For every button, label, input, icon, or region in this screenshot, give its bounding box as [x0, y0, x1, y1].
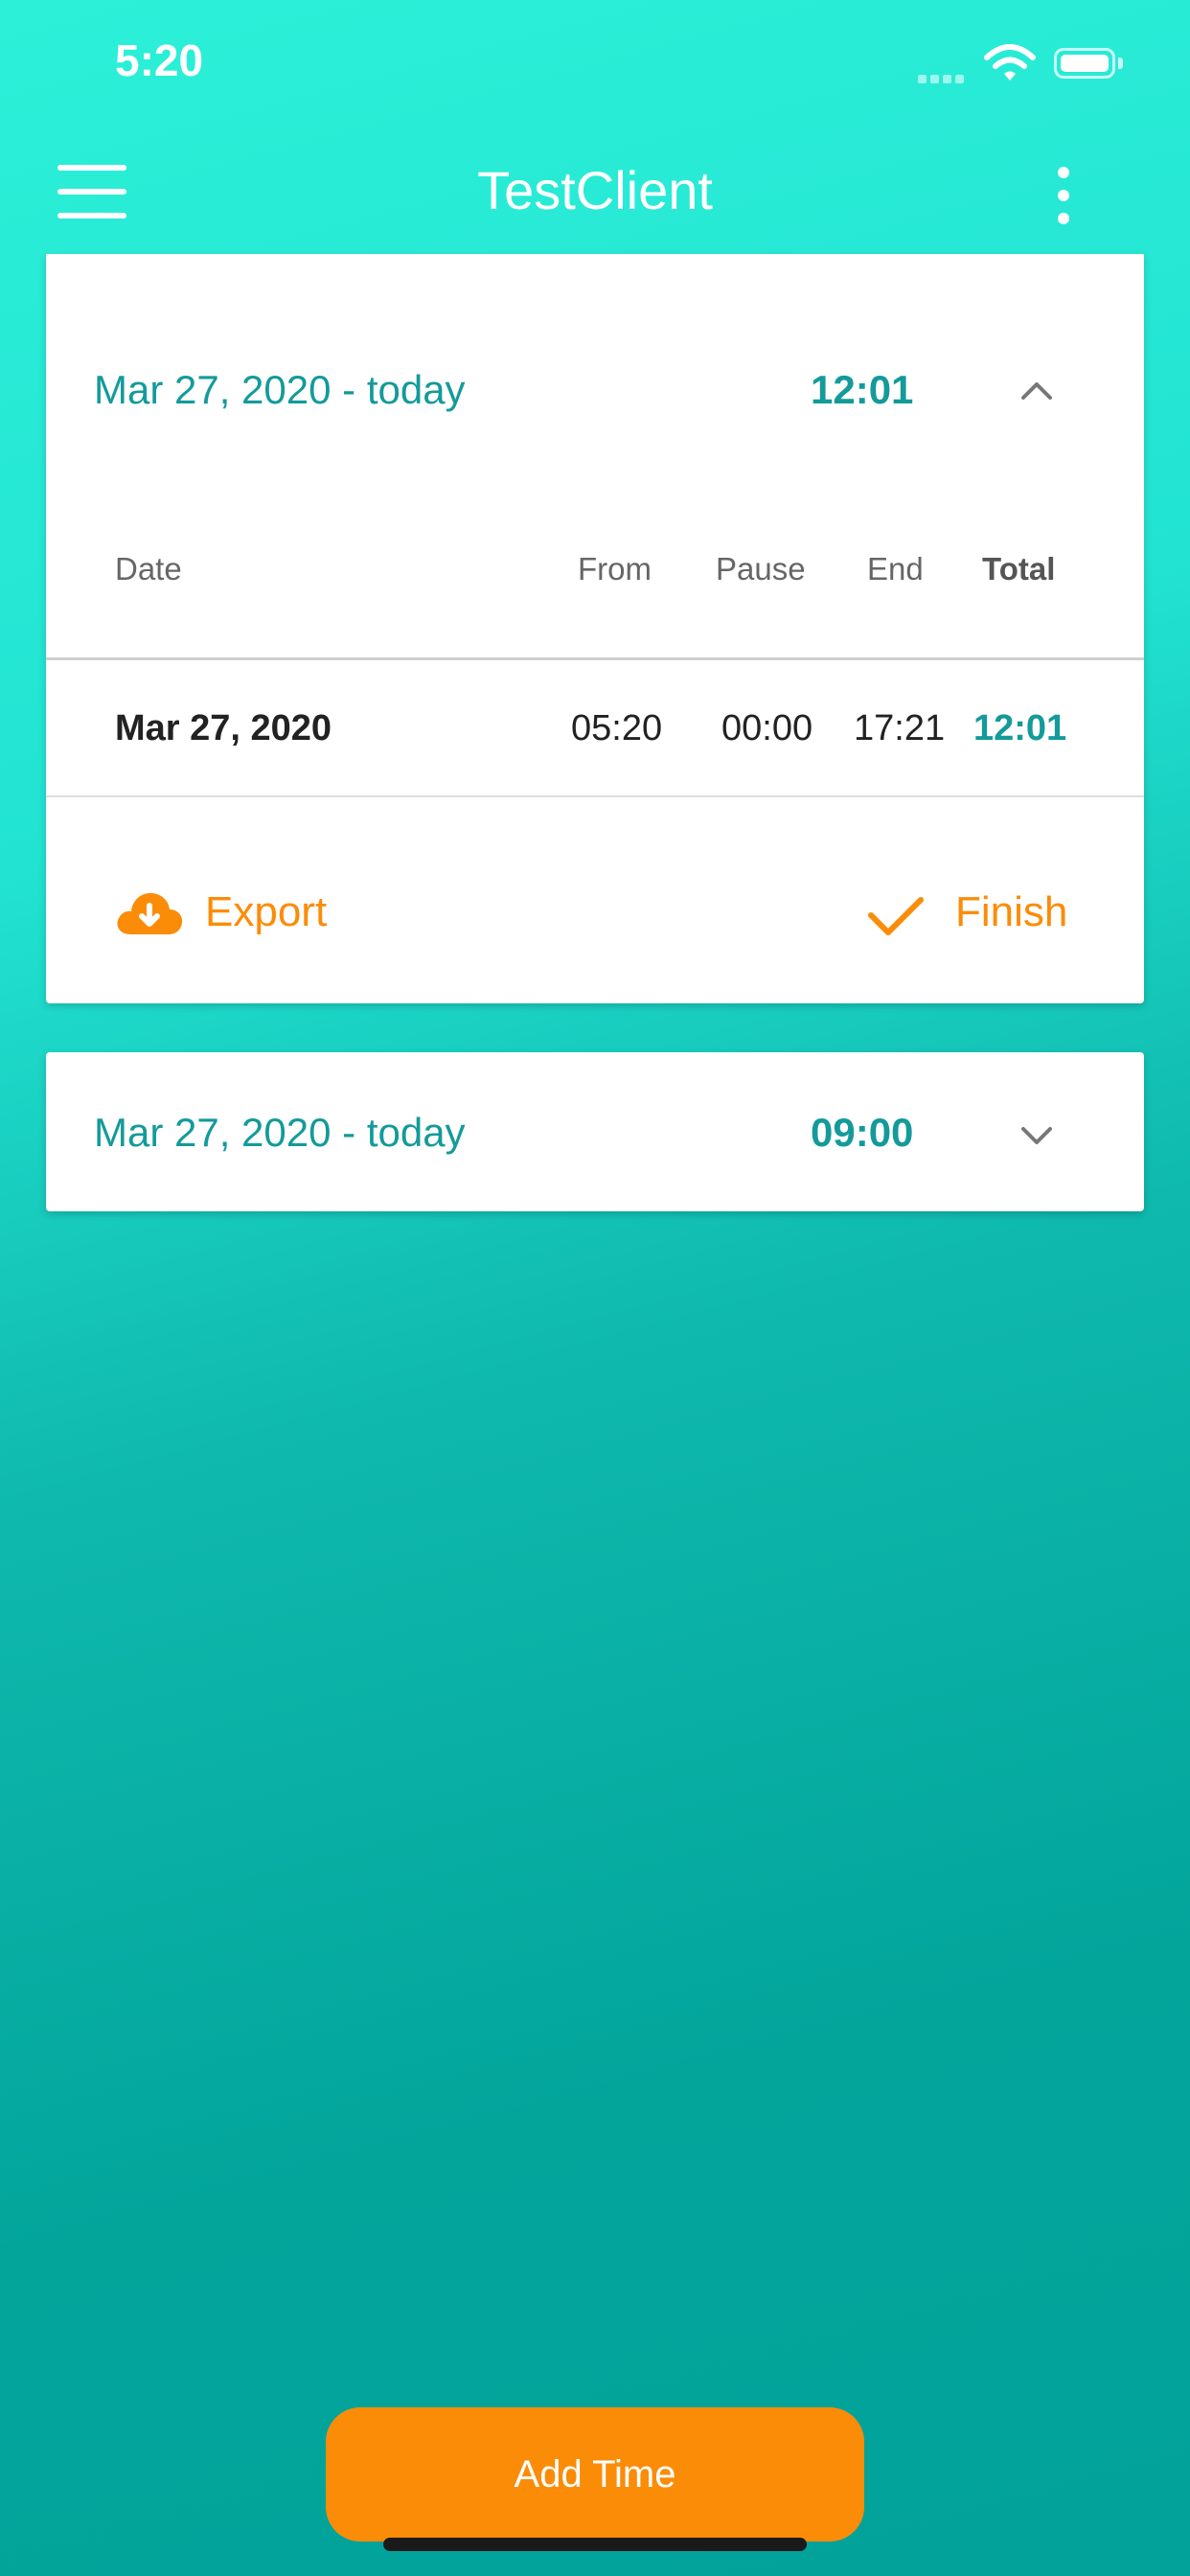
chevron-up-icon[interactable]: [1014, 369, 1060, 415]
cloud-download-icon: [117, 892, 183, 934]
date-range: Mar 27, 2020 - today: [94, 1110, 466, 1155]
period-total: 09:00: [811, 1110, 914, 1155]
chevron-down-icon[interactable]: [1014, 1112, 1060, 1158]
status-time: 5:20: [115, 35, 204, 85]
column-from: From: [578, 551, 652, 586]
status-bar: 5:20: [0, 0, 1190, 134]
divider: [46, 795, 1144, 797]
card-header[interactable]: Mar 27, 2020 - today 12:01: [46, 311, 1144, 471]
battery-icon: [1054, 48, 1115, 79]
home-indicator: [383, 2538, 807, 2551]
table-header: Date From Pause End Total: [46, 551, 1144, 609]
app-bar: TestClient: [0, 134, 1190, 254]
finish-label: Finish: [955, 888, 1068, 935]
row-total: 12:01: [973, 708, 1067, 748]
add-time-button[interactable]: Add Time: [326, 2407, 864, 2542]
period-total: 12:01: [811, 367, 914, 412]
cellular-signal-icon: [918, 71, 970, 83]
table-row[interactable]: Mar 27, 2020 05:20 00:00 17:21 12:01: [46, 660, 1144, 794]
time-period-card-expanded: Mar 27, 2020 - today 12:01 Date From Pau…: [46, 254, 1144, 1003]
column-end: End: [867, 551, 924, 586]
row-pause: 00:00: [721, 708, 813, 748]
checkmark-icon: [868, 897, 924, 935]
app-title: TestClient: [477, 160, 713, 220]
column-pause: Pause: [716, 551, 806, 586]
battery-cap: [1118, 58, 1123, 69]
column-date: Date: [115, 551, 182, 586]
column-total: Total: [982, 551, 1056, 586]
wifi-icon: [983, 42, 1037, 84]
card-header[interactable]: Mar 27, 2020 - today 09:00: [46, 1052, 1144, 1211]
more-options-icon[interactable]: [1044, 163, 1083, 230]
date-range: Mar 27, 2020 - today: [94, 367, 466, 412]
export-label: Export: [205, 888, 328, 935]
row-end: 17:21: [854, 708, 946, 748]
time-period-card-collapsed: Mar 27, 2020 - today 09:00: [46, 1052, 1144, 1211]
row-date: Mar 27, 2020: [115, 708, 332, 748]
row-from: 05:20: [571, 708, 663, 748]
